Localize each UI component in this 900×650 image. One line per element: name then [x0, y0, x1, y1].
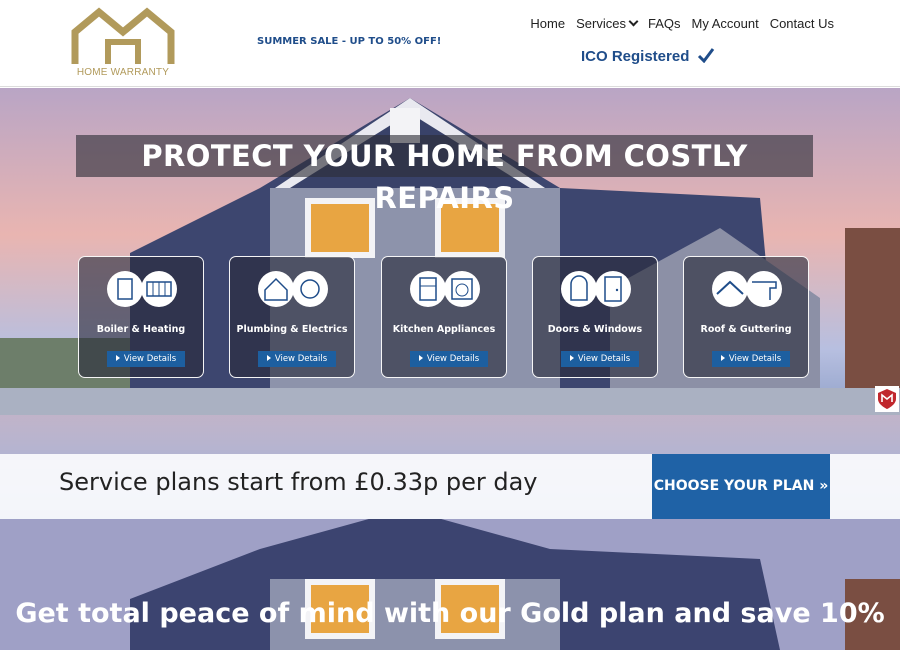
logo-text: HOME WARRANTY: [76, 67, 170, 78]
service-card-plumbing-electrics[interactable]: Plumbing & Electrics View Details: [229, 256, 355, 378]
ico-label: ICO Registered: [581, 48, 690, 65]
checkmark-icon: [697, 48, 714, 64]
button-label: View Details: [577, 354, 631, 364]
caret-right-icon: [569, 355, 574, 361]
view-details-button[interactable]: View Details: [712, 351, 790, 367]
nav-home[interactable]: Home: [530, 16, 565, 31]
home-warranty-logo[interactable]: HOME WARRANTY: [70, 6, 176, 82]
roof-guttering-icons: [712, 271, 782, 307]
view-details-button[interactable]: View Details: [561, 351, 639, 367]
choose-your-plan-button[interactable]: CHOOSE YOUR PLAN »: [652, 454, 830, 519]
main-nav: Home Services FAQs My Account Contact Us: [530, 16, 834, 31]
button-label: View Details: [426, 354, 480, 364]
caret-right-icon: [266, 355, 271, 361]
house-logo-icon: [71, 7, 175, 64]
hero-section: PROTECT YOUR HOME FROM COSTLY REPAIRS Bo…: [0, 88, 900, 650]
service-title: Doors & Windows: [547, 324, 643, 335]
chevron-down-icon: [628, 16, 639, 27]
nav-services-label: Services: [576, 16, 626, 31]
promo-text: SUMMER SALE - UP TO 50% OFF!: [257, 36, 442, 47]
view-details-button[interactable]: View Details: [258, 351, 336, 367]
plumbing-electrics-icons: [258, 271, 328, 307]
view-details-button[interactable]: View Details: [107, 351, 185, 367]
service-card-kitchen-appliances[interactable]: Kitchen Appliances View Details: [381, 256, 507, 378]
nav-my-account[interactable]: My Account: [691, 16, 758, 31]
gold-plan-text: Get total peace of mind with our Gold pl…: [15, 598, 885, 629]
service-card-roof-guttering[interactable]: Roof & Guttering View Details: [683, 256, 809, 378]
service-title: Boiler & Heating: [96, 324, 186, 335]
plan-price-text: Service plans start from £0.33p per day: [59, 468, 538, 496]
nav-faqs[interactable]: FAQs: [648, 16, 681, 31]
service-card-doors-windows[interactable]: Doors & Windows View Details: [532, 256, 658, 378]
button-label: View Details: [274, 354, 328, 364]
service-title: Plumbing & Electrics: [236, 324, 348, 335]
site-header: HOME WARRANTY SUMMER SALE - UP TO 50% OF…: [0, 0, 900, 87]
nav-contact-us[interactable]: Contact Us: [770, 16, 834, 31]
security-badge[interactable]: [875, 386, 899, 412]
button-label: View Details: [123, 354, 177, 364]
caret-right-icon: [720, 355, 725, 361]
kitchen-appliances-icons: [410, 271, 480, 307]
button-label: View Details: [728, 354, 782, 364]
caret-right-icon: [418, 355, 423, 361]
hero-headline: PROTECT YOUR HOME FROM COSTLY REPAIRS: [76, 135, 813, 215]
nav-services[interactable]: Services: [576, 16, 639, 31]
view-details-button[interactable]: View Details: [410, 351, 488, 367]
shield-icon: [878, 389, 896, 409]
plan-bar: Service plans start from £0.33p per day …: [0, 454, 900, 519]
ico-registered-badge: ICO Registered: [581, 47, 715, 65]
caret-right-icon: [115, 355, 120, 361]
boiler-heating-icons: [107, 271, 177, 307]
doors-windows-icons: [561, 271, 631, 307]
service-title: Roof & Guttering: [700, 324, 792, 335]
service-card-boiler-heating[interactable]: Boiler & Heating View Details: [78, 256, 204, 378]
service-title: Kitchen Appliances: [392, 324, 496, 335]
